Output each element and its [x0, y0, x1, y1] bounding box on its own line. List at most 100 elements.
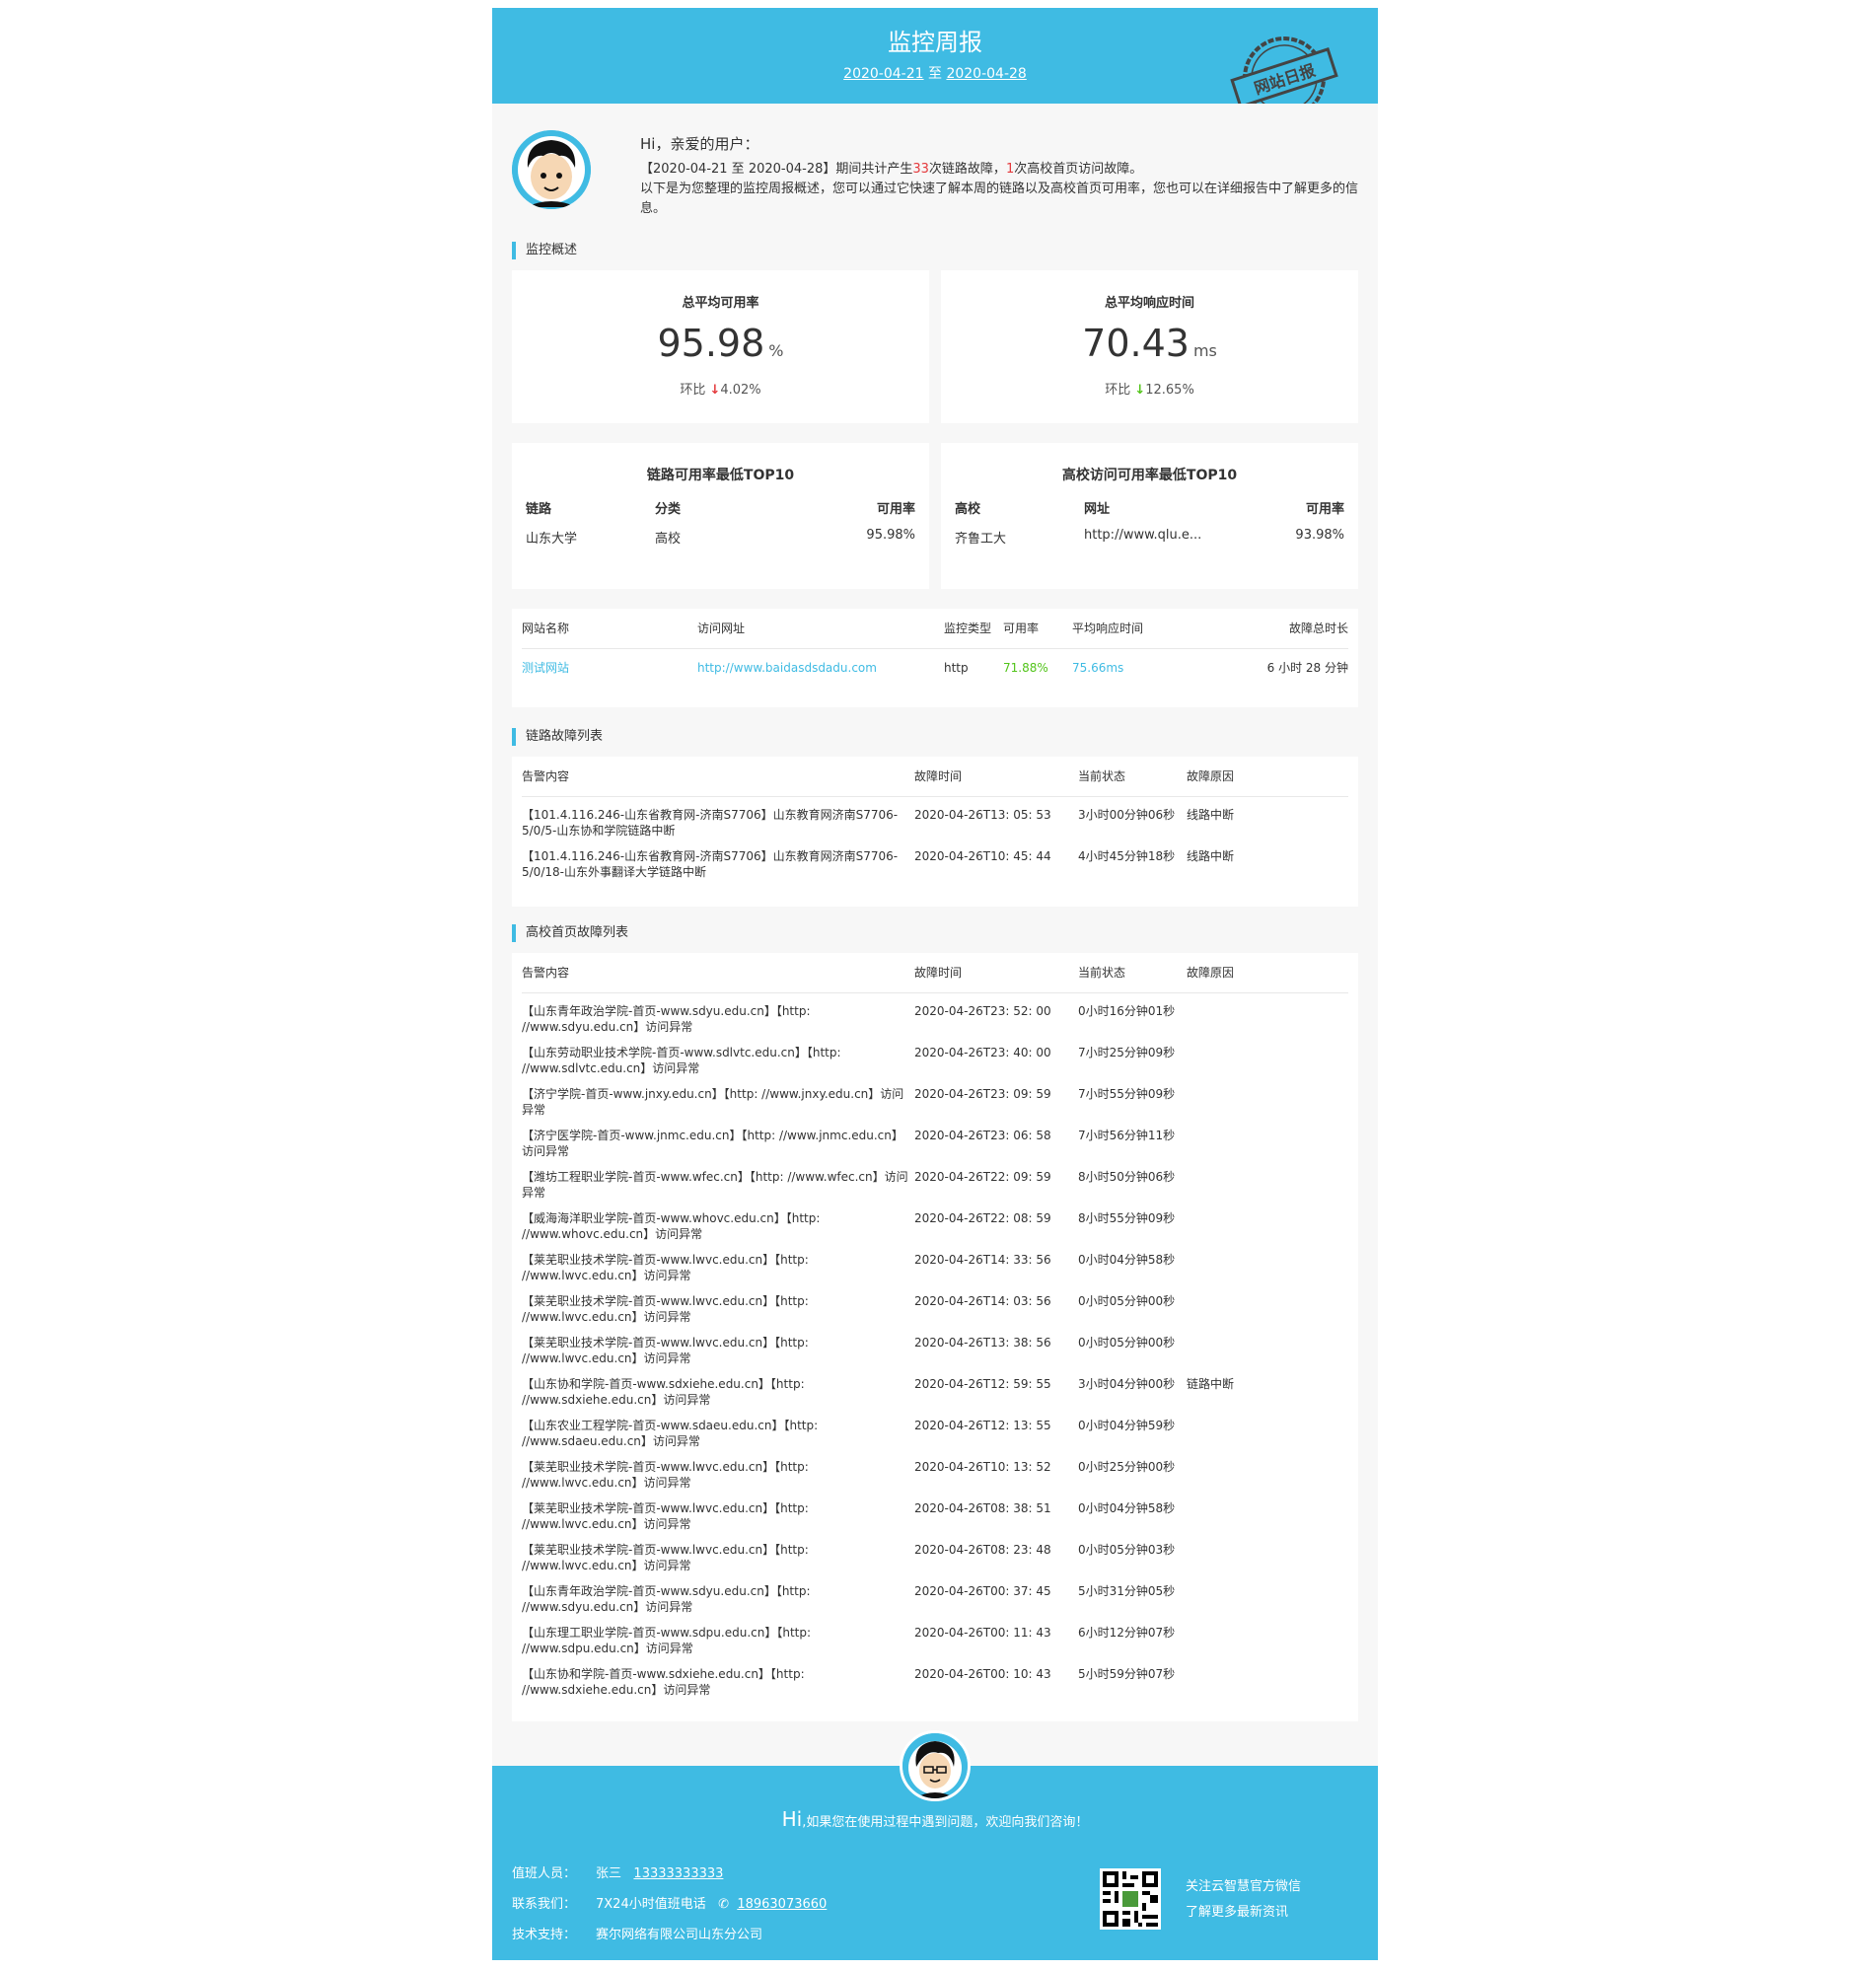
- fault-time: 2020-04-26T00: 10: 43: [914, 1666, 1051, 1681]
- table-row: 【济宁学院-首页-www.jnxy.edu.cn】【http: //www.jn…: [522, 1076, 1348, 1118]
- link-name: 山东大学: [526, 532, 578, 547]
- fault-reason: [1187, 1325, 1348, 1366]
- availability-number: 95.98: [657, 322, 765, 365]
- fault-reason: 线路中断: [1187, 807, 1235, 822]
- link-category: 高校: [655, 532, 682, 547]
- qr-caption: 关注云智慧官方微信 了解更多最新资讯: [1186, 1874, 1301, 1926]
- fault-time: 2020-04-26T23: 52: 00: [914, 1003, 1051, 1018]
- ratio-value: 4.02%: [720, 383, 761, 398]
- fault-reason: [1187, 1201, 1348, 1242]
- alarm-content: 【山东农业工程学院-首页-www.sdaeu.edu.cn】【http: //w…: [522, 1418, 819, 1448]
- support-text: 赛尔网络有限公司山东分公司: [596, 1928, 763, 1942]
- greeting-intro: 以下是为您整理的监控周报概述，您可以通过它快速了解本周的链路以及高校首页可用率，…: [640, 182, 1359, 216]
- fault-reason: [1187, 1491, 1348, 1532]
- report-header: 监控周报 2020-04-21 至 2020-04-28 网站日报: [492, 8, 1378, 104]
- fault-reason: [1187, 1573, 1348, 1615]
- alarm-content: 【济宁学院-首页-www.jnxy.edu.cn】【http: //www.jn…: [522, 1086, 904, 1117]
- col-avg-response: 平均响应时间: [1072, 609, 1230, 649]
- table-row: 【莱芜职业技术学院-首页-www.lwvc.edu.cn】【http: //ww…: [522, 1283, 1348, 1325]
- table-row: 【潍坊工程职业学院-首页-www.wfec.cn】【http: //www.wf…: [522, 1159, 1348, 1201]
- duty-phone[interactable]: 13333333333: [633, 1866, 723, 1881]
- current-status: 0小时25分钟00秒: [1078, 1459, 1176, 1474]
- support-label: 技术支持：: [512, 1928, 577, 1942]
- school-top10-header: 高校 网址 可用率: [955, 498, 1344, 518]
- alarm-content: 【莱芜职业技术学院-首页-www.lwvc.edu.cn】【http: //ww…: [522, 1252, 809, 1282]
- link-fault-count: 33: [912, 162, 929, 177]
- wechat-qr-code: [1100, 1868, 1161, 1930]
- contact-label: 联系我们：: [512, 1897, 577, 1912]
- fault-time: 2020-04-26T23: 40: 00: [914, 1045, 1051, 1059]
- fault-time: 2020-04-26T10: 45: 44: [914, 848, 1051, 863]
- range-separator: 至: [923, 66, 947, 82]
- fault-time: 2020-04-26T08: 23: 48: [914, 1542, 1051, 1557]
- fault-time: 2020-04-26T08: 38: 51: [914, 1500, 1051, 1515]
- support-avatar: [900, 1730, 971, 1801]
- site-url-link[interactable]: http://www.baidasdsdadu.com: [697, 648, 944, 688]
- fault-time: 2020-04-26T22: 08: 59: [914, 1210, 1051, 1225]
- phone-icon: ✆: [718, 1897, 730, 1912]
- table-row: 【山东青年政治学院-首页-www.sdyu.edu.cn】【http: //ww…: [522, 1573, 1348, 1615]
- site-monitor-table: 网站名称 访问网址 监控类型 可用率 平均响应时间 故障总时长 测试网站 htt…: [522, 609, 1348, 688]
- col-reason: 故障原因: [1187, 953, 1348, 993]
- col-availability: 可用率: [876, 502, 915, 517]
- table-row: 【莱芜职业技术学院-首页-www.lwvc.edu.cn】【http: //ww…: [522, 1532, 1348, 1573]
- overview-section-title: 监控概述: [512, 242, 577, 259]
- col-status: 当前状态: [1078, 953, 1187, 993]
- col-availability: 可用率: [1003, 609, 1072, 649]
- contact-phone[interactable]: 18963073660: [737, 1897, 827, 1912]
- site-name-link[interactable]: 测试网站: [522, 648, 697, 688]
- availability-card: 总平均可用率 95.98% 环比 ↓4.02%: [512, 270, 929, 423]
- fault-reason: [1187, 1242, 1348, 1283]
- col-site-url: 访问网址: [697, 609, 944, 649]
- col-school: 高校: [955, 502, 981, 517]
- table-row: 测试网站 http://www.baidasdsdadu.com http 71…: [522, 648, 1348, 688]
- table-row: 【山东协和学院-首页-www.sdxiehe.edu.cn】【http: //w…: [522, 1656, 1348, 1698]
- current-status: 0小时04分钟59秒: [1078, 1418, 1176, 1432]
- table-row: 【山东农业工程学院-首页-www.sdaeu.edu.cn】【http: //w…: [522, 1408, 1348, 1449]
- current-status: 0小时05分钟00秒: [1078, 1293, 1176, 1308]
- support-row: 技术支持： 赛尔网络有限公司山东分公司: [512, 1926, 762, 1945]
- table-row: 【莱芜职业技术学院-首页-www.lwvc.edu.cn】【http: //ww…: [522, 1242, 1348, 1283]
- response-value: 70.43 ms: [941, 320, 1358, 375]
- availability-label: 总平均可用率: [682, 296, 759, 311]
- availability-value: 95.98%: [512, 320, 929, 375]
- alarm-content: 【山东青年政治学院-首页-www.sdyu.edu.cn】【http: //ww…: [522, 1003, 811, 1034]
- table-row: 【101.4.116.246-山东省教育网-济南S7706】山东教育网济南S77…: [522, 839, 1348, 880]
- col-url: 网址: [1084, 502, 1111, 517]
- current-status: 3小时00分钟06秒: [1078, 807, 1176, 822]
- link-faults-card: 告警内容 故障时间 当前状态 故障原因 【101.4.116.246-山东省教育…: [512, 757, 1358, 907]
- contact-row: 联系我们： 7X24小时值班电话 ✆ 18963073660: [512, 1895, 827, 1915]
- col-fault-time: 故障时间: [914, 953, 1078, 993]
- response-number: 70.43: [1082, 322, 1190, 365]
- current-status: 0小时04分钟58秒: [1078, 1252, 1176, 1267]
- current-status: 8小时55分钟09秒: [1078, 1210, 1176, 1225]
- fault-reason: [1187, 1076, 1348, 1118]
- fault-time: 2020-04-26T22: 09: 59: [914, 1169, 1051, 1184]
- footer-hi: Hi: [781, 1807, 803, 1831]
- summary-prefix: 【2020-04-21 至 2020-04-28】期间共计产生: [640, 162, 913, 177]
- fault-time: 2020-04-26T23: 09: 59: [914, 1086, 1051, 1101]
- current-status: 3小时04分钟00秒: [1078, 1376, 1176, 1391]
- range-end: 2020-04-28: [946, 66, 1027, 82]
- site-avg-response: 75.66ms: [1072, 661, 1124, 676]
- fault-reason: [1187, 992, 1348, 1035]
- col-total-downtime: 故障总时长: [1230, 609, 1348, 649]
- footer-greeting: Hi,如果您在使用过程中遇到问题，欢迎向我们咨询！: [492, 1807, 1378, 1831]
- fault-time: 2020-04-26T00: 11: 43: [914, 1625, 1051, 1640]
- school-url[interactable]: http://www.qlu.e...: [1084, 528, 1201, 543]
- home-faults-section-title: 高校首页故障列表: [512, 924, 628, 942]
- school-availability: 93.98%: [1295, 528, 1344, 543]
- col-link: 链路: [526, 502, 552, 517]
- fault-reason: 线路中断: [1187, 848, 1235, 863]
- table-row: 【莱芜职业技术学院-首页-www.lwvc.edu.cn】【http: //ww…: [522, 1449, 1348, 1491]
- duty-row: 值班人员： 张三 13333333333: [512, 1864, 723, 1884]
- school-top10-title: 高校访问可用率最低TOP10: [1061, 468, 1238, 483]
- alarm-content: 【山东协和学院-首页-www.sdxiehe.edu.cn】【http: //w…: [522, 1666, 805, 1697]
- current-status: 0小时04分钟58秒: [1078, 1500, 1176, 1515]
- greeting-summary: 【2020-04-21 至 2020-04-28】期间共计产生33次链路故障，1…: [640, 160, 1360, 180]
- link-availability: 95.98%: [866, 528, 915, 543]
- response-unit: ms: [1192, 341, 1217, 360]
- alarm-content: 【济宁医学院-首页-www.jnmc.edu.cn】【http: //www.j…: [522, 1128, 903, 1158]
- response-label: 总平均响应时间: [1104, 296, 1194, 311]
- availability-unit: %: [768, 341, 784, 360]
